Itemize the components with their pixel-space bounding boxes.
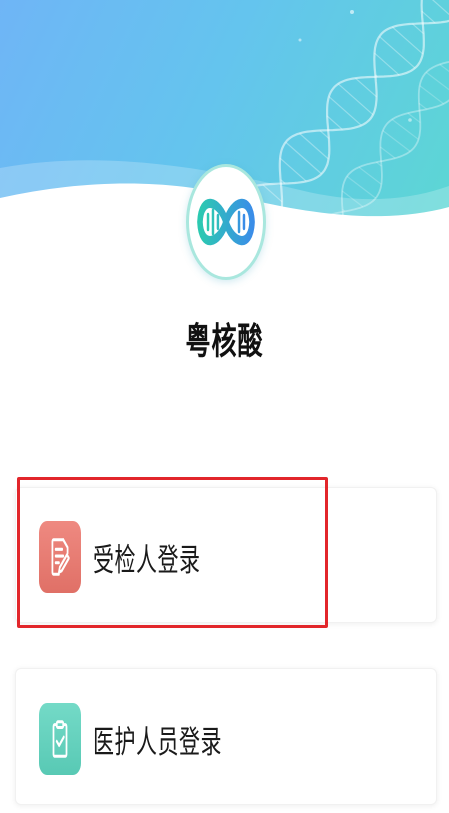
dna-rung bbox=[425, 71, 449, 91]
dna-infinity-logo-icon bbox=[197, 198, 255, 246]
dna-rung bbox=[378, 36, 416, 69]
dna-rung bbox=[346, 175, 377, 199]
dna-rung bbox=[285, 141, 322, 175]
dna-rung bbox=[439, 63, 449, 73]
document-edit-icon bbox=[51, 538, 70, 576]
dna-rung bbox=[355, 77, 377, 98]
examinee-login-button[interactable]: 受检人登录 bbox=[15, 487, 437, 623]
dna-rung bbox=[279, 157, 307, 182]
dna-rung bbox=[392, 26, 424, 55]
dna-rung bbox=[421, 10, 436, 24]
dna-rung bbox=[328, 96, 362, 126]
dna-rung bbox=[326, 115, 343, 130]
clipboard-check-icon bbox=[52, 720, 68, 758]
app-logo bbox=[186, 164, 266, 280]
app-title: 粤核酸 bbox=[185, 320, 264, 363]
document-edit-icon-badge bbox=[39, 521, 81, 593]
dna-rung bbox=[419, 85, 444, 105]
clipboard-check-icon-badge bbox=[39, 703, 81, 775]
dna-rung bbox=[299, 132, 329, 160]
dna-rung bbox=[358, 166, 382, 185]
dna-rung bbox=[374, 52, 400, 76]
login-page: 粤核酸 受检人登录 医护人员登录 bbox=[0, 0, 449, 813]
dna-rung bbox=[391, 118, 419, 140]
examinee-login-label: 受检人登录 bbox=[93, 542, 201, 578]
medical-staff-login-button[interactable]: 医护人员登录 bbox=[15, 668, 437, 805]
dna-rung bbox=[382, 130, 411, 152]
dna-rung bbox=[379, 146, 396, 159]
medical-staff-login-label: 医护人员登录 bbox=[93, 724, 222, 760]
